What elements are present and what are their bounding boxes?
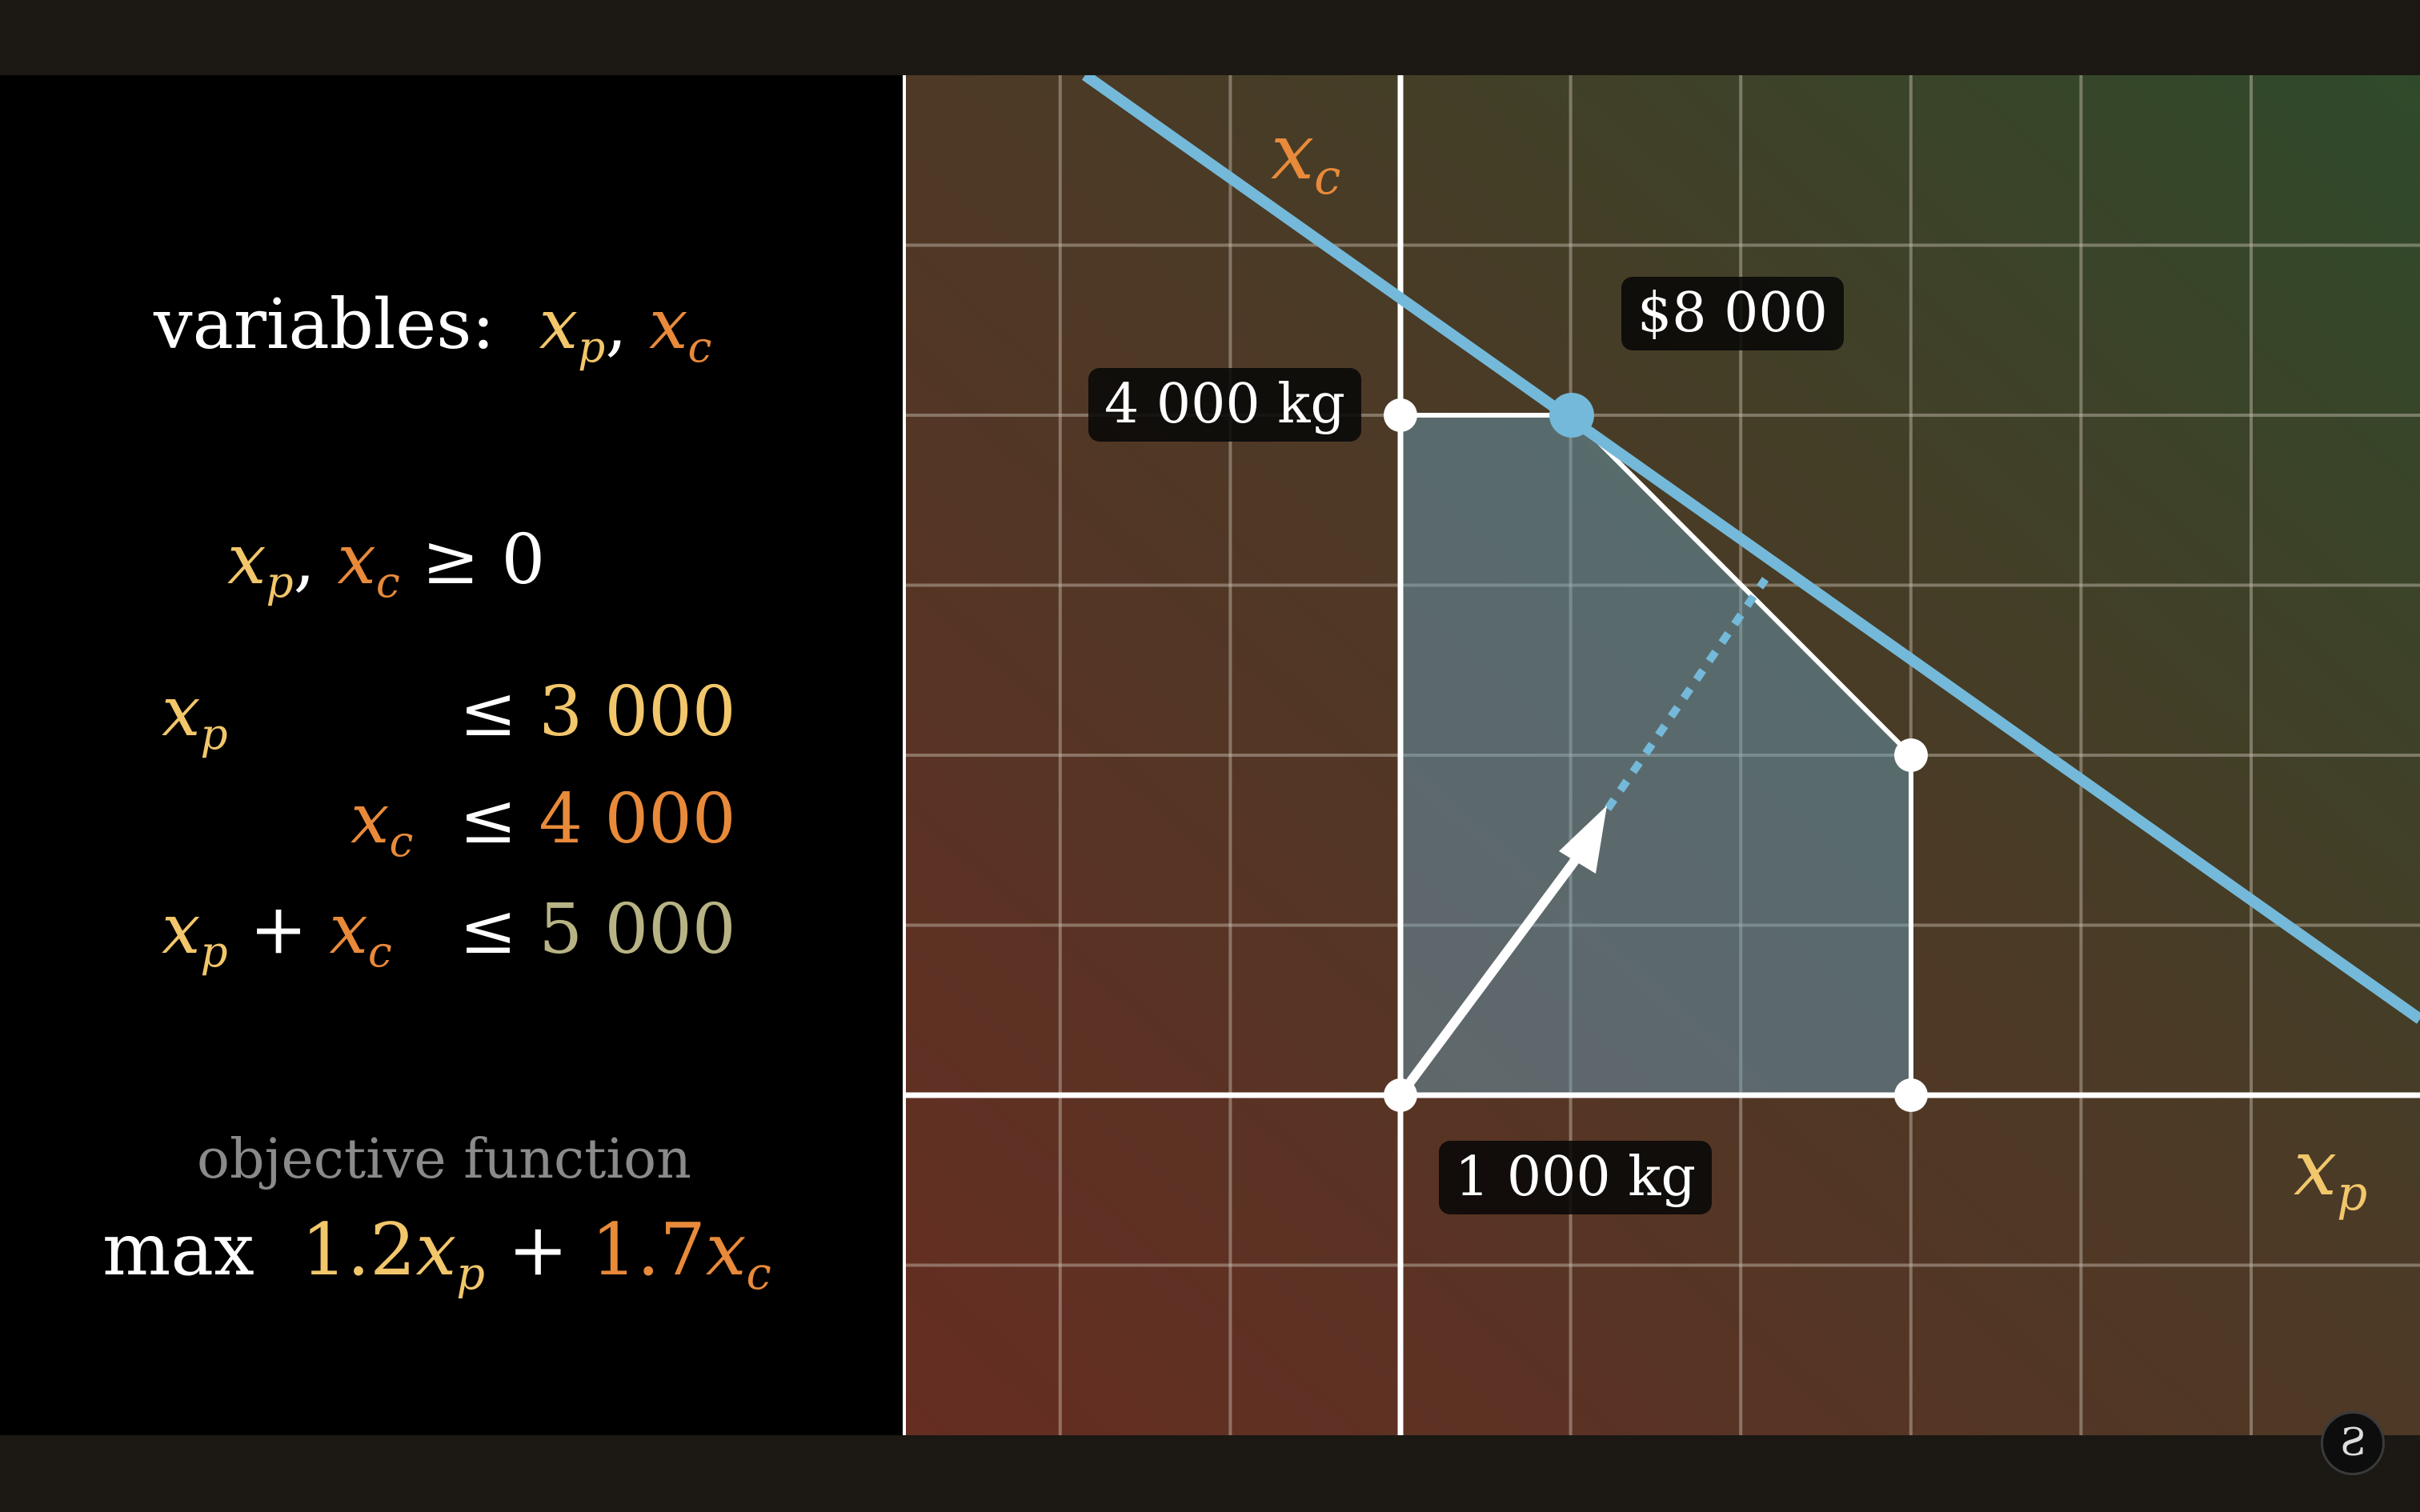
variables-line: variables: xp, xc — [154, 285, 712, 373]
objective-function: max 1.2xp + 1.7xc — [102, 1208, 771, 1300]
constraint-xp-rhs: ≤ 3 000 — [459, 672, 736, 752]
nonneg-constraint: xp, xc ≥ 0 — [227, 520, 546, 608]
nonneg-rhs: ≥ 0 — [422, 520, 546, 600]
vertex-3000-0 — [1894, 1078, 1928, 1112]
var-xp: xp — [539, 285, 606, 373]
objective-caption: objective function — [197, 1128, 691, 1191]
constraint-sum-rhs: ≤ 5 000 — [459, 890, 736, 970]
feasible-region-plot: xc xp 4 000 kg $8 000 1 000 kg — [899, 70, 2420, 1435]
channel-logo-icon: Ƨ — [2321, 1411, 2385, 1475]
vertex-origin — [1384, 1078, 1417, 1112]
constraint-sum: xp + xc — [162, 890, 392, 978]
label-1000kg: 1 000 kg — [1439, 1141, 1713, 1214]
constraint-xc: xc — [351, 779, 414, 867]
label-4000kg: 4 000 kg — [1088, 368, 1362, 442]
var-xc: xc — [649, 285, 712, 373]
axis-label-xc: xc — [1271, 107, 1341, 206]
axis-label-xp: xp — [2294, 1123, 2368, 1222]
constraint-xp: xp — [162, 672, 228, 760]
constraint-xc-rhs: ≤ 4 000 — [459, 779, 736, 859]
vertex-3000-2000 — [1894, 738, 1928, 772]
optimal-vertex — [1549, 393, 1594, 438]
variables-label: variables: — [154, 285, 495, 365]
vertex-0-4000 — [1384, 398, 1417, 432]
top-letterbox-bar — [0, 0, 2420, 75]
bottom-letterbox-bar — [0, 1435, 2420, 1512]
label-profit-8000: $8 000 — [1621, 277, 1844, 350]
